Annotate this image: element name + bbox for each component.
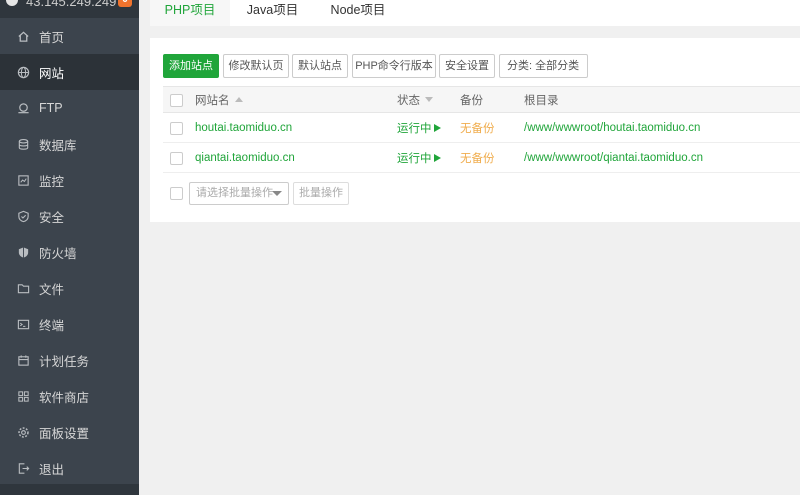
sort-asc-icon (234, 97, 243, 102)
sidebar-item-label: 首页 (39, 30, 65, 45)
table-row: qiantai.taomiduo.cn 运行中 无备份 /www/wwwroot… (163, 143, 800, 173)
site-panel: 添加站点 修改默认页 默认站点 PHP命令行版本 安全设置 分类: 全部分类 网… (150, 38, 800, 222)
logout-icon (17, 462, 30, 475)
calendar-icon (17, 354, 30, 367)
batch-operation-select[interactable]: 请选择批量操作 (189, 182, 289, 205)
monitor-icon (17, 174, 30, 187)
sidebar-item-label: FTP (39, 101, 63, 115)
site-name-link[interactable]: houtai.taomiduo.cn (195, 113, 292, 142)
site-name-link[interactable]: qiantai.taomiduo.cn (195, 143, 295, 172)
sidebar-item-files[interactable]: 文件 (0, 270, 139, 306)
sidebar-item-firewall[interactable]: 防火墙 (0, 234, 139, 270)
sidebar-item-app-store[interactable]: 软件商店 (0, 378, 139, 414)
sidebar-footer (0, 484, 139, 495)
server-ip: 43.145.249.249 (26, 0, 117, 9)
category-filter-label: 分类: 全部分类 (507, 60, 580, 72)
table-row: houtai.taomiduo.cn 运行中 无备份 /www/wwwroot/… (163, 113, 800, 143)
backup-link[interactable]: 无备份 (460, 143, 495, 172)
sort-desc-icon (425, 97, 433, 102)
status-toggle[interactable]: 运行中 (397, 113, 441, 142)
sidebar-item-database[interactable]: 数据库 (0, 126, 139, 162)
sidebar-item-label: 监控 (39, 174, 65, 189)
table-header: 网站名 状态 备份 根目录 (163, 86, 800, 113)
sidebar-item-label: 防火墙 (39, 246, 77, 261)
sidebar: 43.145.249.249 0 首页 网站 FTP 数据库 监控 安全 防火墙… (0, 0, 139, 495)
folder-icon (17, 282, 30, 295)
ftp-icon (17, 102, 30, 115)
root-dir-link[interactable]: /www/wwwroot/houtai.taomiduo.cn (524, 113, 700, 142)
row-checkbox[interactable] (170, 151, 183, 165)
project-tabs: PHP项目 Java项目 Node项目 (150, 0, 800, 26)
database-icon (17, 138, 30, 151)
sidebar-item-label: 面板设置 (39, 426, 90, 441)
shield-icon (17, 210, 30, 223)
security-settings-button[interactable]: 安全设置 (439, 54, 495, 78)
batch-select-all-checkbox[interactable] (170, 187, 183, 200)
sidebar-item-ftp[interactable]: FTP (0, 90, 139, 126)
col-site-name[interactable]: 网站名 (195, 87, 243, 112)
home-icon (17, 30, 30, 43)
sidebar-item-label: 安全 (39, 210, 65, 225)
col-backup: 备份 (460, 94, 483, 107)
sidebar-item-logout[interactable]: 退出 (0, 450, 139, 486)
status-label: 运行中 (397, 122, 432, 135)
col-status-label: 状态 (397, 94, 420, 107)
sidebar-item-label: 终端 (39, 318, 65, 333)
row-checkbox[interactable] (170, 121, 183, 135)
update-badge[interactable]: 0 (118, 0, 132, 7)
batch-operation-button[interactable]: 批量操作 (293, 182, 349, 205)
tab-node[interactable]: Node项目 (318, 0, 398, 26)
sidebar-item-monitor[interactable]: 监控 (0, 162, 139, 198)
status-label: 运行中 (397, 152, 432, 165)
edit-default-page-button[interactable]: 修改默认页 (223, 54, 289, 78)
sidebar-item-cron[interactable]: 计划任务 (0, 342, 139, 378)
sidebar-item-label: 软件商店 (39, 390, 90, 405)
globe-icon (17, 66, 30, 79)
terminal-icon (17, 318, 30, 331)
sidebar-item-label: 计划任务 (39, 354, 90, 369)
col-site-name-label: 网站名 (195, 94, 230, 107)
category-filter-dropdown[interactable]: 分类: 全部分类 (499, 54, 588, 91)
sidebar-item-label: 文件 (39, 282, 65, 297)
backup-link[interactable]: 无备份 (460, 113, 495, 142)
sidebar-item-website[interactable]: 网站 (0, 54, 139, 90)
sidebar-item-label: 网站 (39, 66, 65, 81)
play-icon (433, 153, 441, 162)
sidebar-item-security[interactable]: 安全 (0, 198, 139, 234)
root-dir-link[interactable]: /www/wwwroot/qiantai.taomiduo.cn (524, 143, 703, 172)
firewall-icon (17, 246, 30, 259)
default-site-button[interactable]: 默认站点 (292, 54, 348, 78)
tab-php[interactable]: PHP项目 (150, 0, 230, 26)
server-header: 43.145.249.249 0 (0, 0, 139, 18)
sidebar-item-panel-settings[interactable]: 面板设置 (0, 414, 139, 450)
sidebar-item-label: 数据库 (39, 138, 77, 153)
grid-icon (17, 390, 30, 403)
tab-java[interactable]: Java项目 (230, 0, 315, 26)
batch-operation-placeholder: 请选择批量操作 (196, 187, 273, 199)
col-status[interactable]: 状态 (397, 87, 433, 112)
sidebar-item-home[interactable]: 首页 (0, 18, 139, 54)
gear-icon (17, 426, 30, 439)
select-all-checkbox[interactable] (170, 93, 183, 107)
sidebar-item-label: 退出 (39, 462, 65, 477)
chevron-down-icon (272, 191, 282, 196)
sidebar-item-terminal[interactable]: 终端 (0, 306, 139, 342)
status-toggle[interactable]: 运行中 (397, 143, 441, 172)
col-root-dir: 根目录 (524, 94, 559, 107)
play-icon (433, 123, 441, 132)
add-site-button[interactable]: 添加站点 (163, 54, 219, 78)
php-cli-version-button[interactable]: PHP命令行版本 (352, 54, 436, 78)
server-logo-icon (6, 0, 18, 6)
